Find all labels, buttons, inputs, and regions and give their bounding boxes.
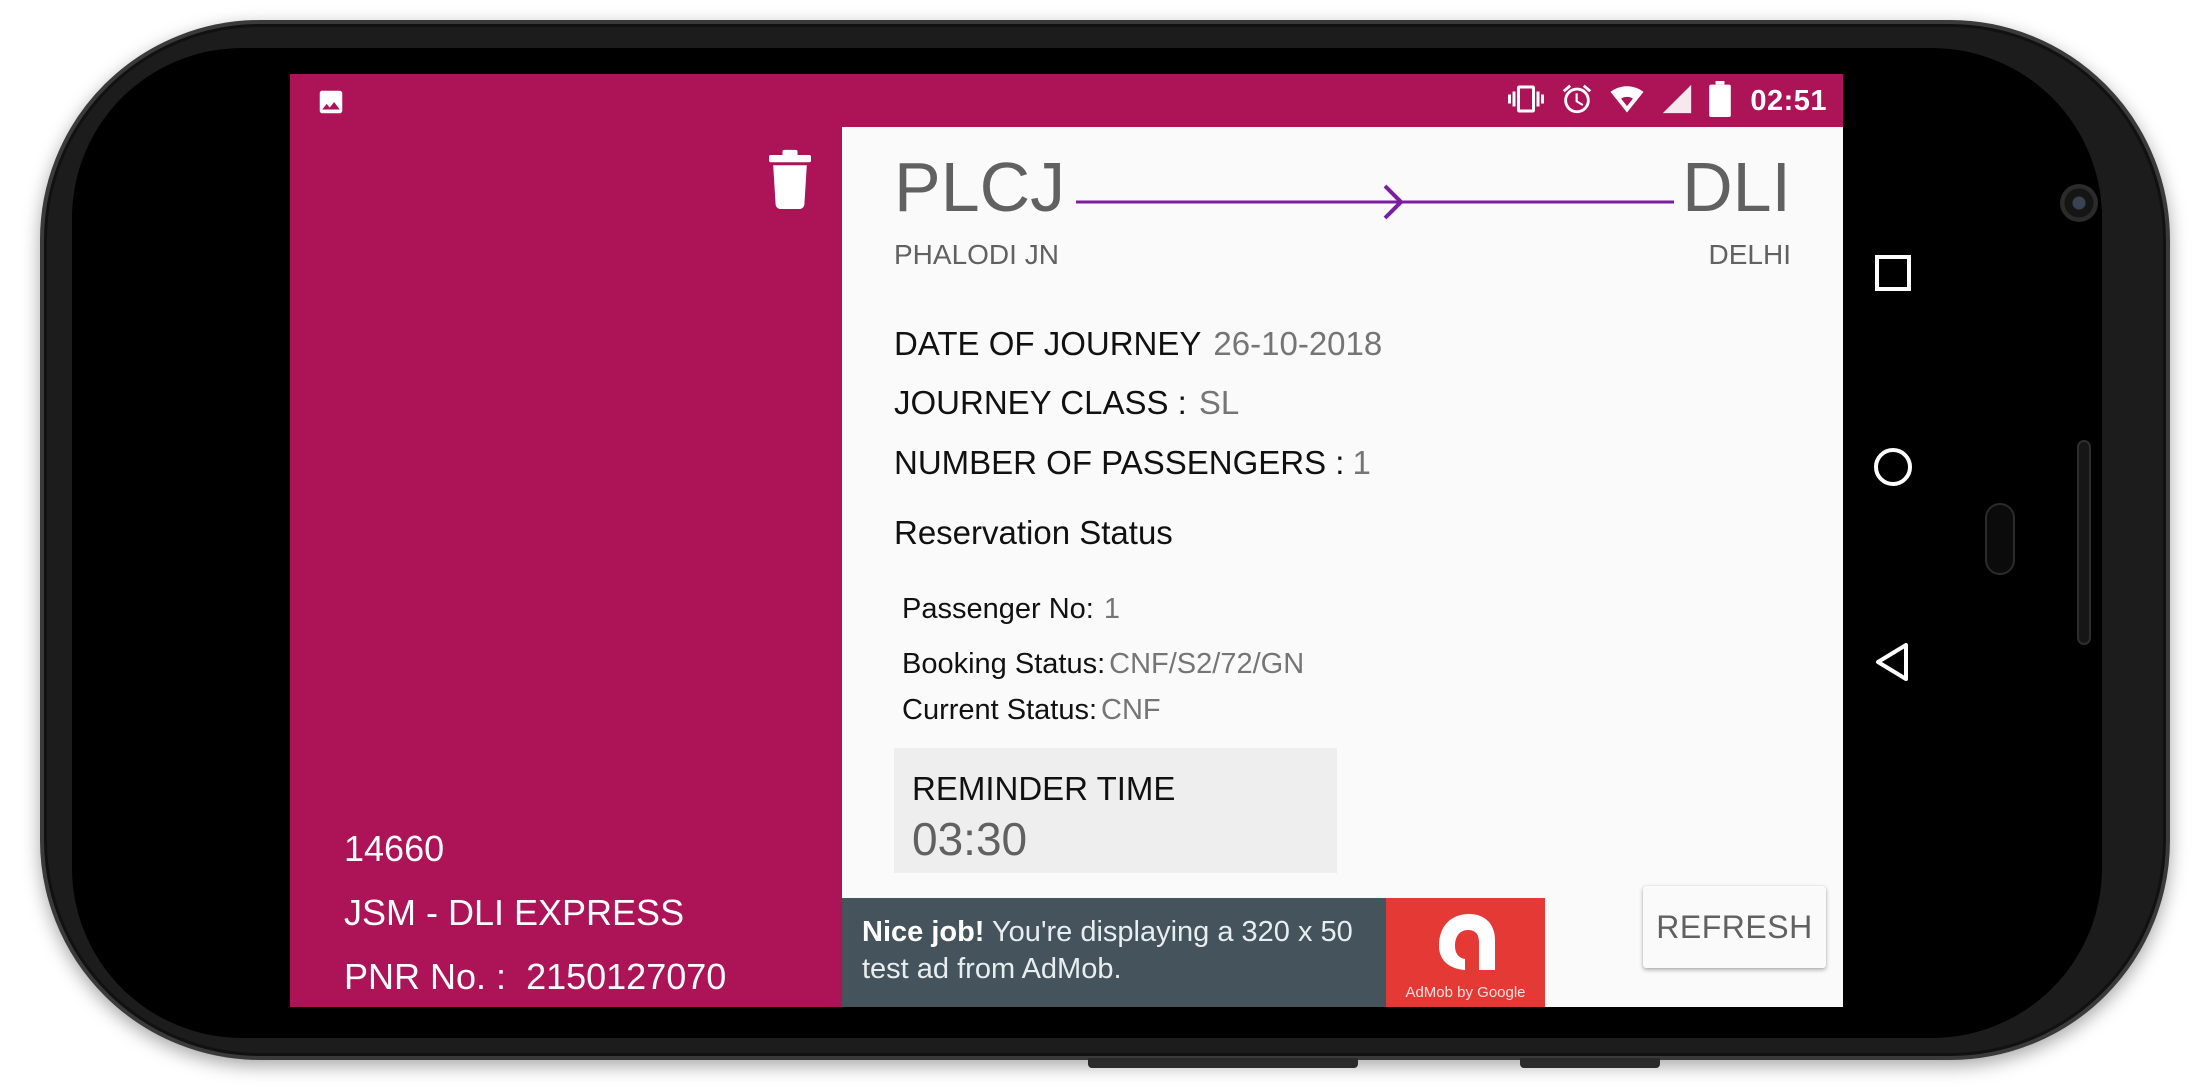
- pnr-line: PNR No. : 2150127070: [344, 945, 726, 1007]
- train-number: 14660: [344, 828, 445, 869]
- home-icon: [1874, 448, 1912, 486]
- reservation-status-title: Reservation Status: [894, 514, 1173, 551]
- from-station-name: PHALODI JN: [894, 239, 1059, 270]
- refresh-button[interactable]: REFRESH: [1643, 886, 1826, 968]
- speaker-grille: [1985, 503, 2015, 575]
- alarm-icon: [1560, 82, 1594, 121]
- journey-date-label: DATE OF JOURNEY: [894, 325, 1202, 362]
- pnr-value: 2150127070: [526, 956, 727, 997]
- recents-icon: [1875, 255, 1911, 291]
- current-status-label: Current Status:: [902, 694, 1098, 726]
- passenger-no-label: Passenger No:: [902, 593, 1094, 625]
- admob-caption: AdMob by Google: [1405, 984, 1526, 1001]
- passenger-no-value: 1: [1103, 593, 1120, 625]
- recents-button[interactable]: [1868, 248, 1918, 298]
- navigation-bar: [1843, 74, 1943, 1007]
- passenger-count-label: NUMBER OF PASSENGERS :: [894, 444, 1345, 481]
- status-bar: 02:51: [290, 74, 1843, 127]
- image-icon: [316, 87, 346, 122]
- vibrate-icon: [1506, 81, 1546, 122]
- signal-icon: [1660, 82, 1694, 121]
- pnr-label: PNR No. :: [344, 956, 507, 997]
- battery-icon: [1708, 80, 1732, 122]
- front-camera: [2060, 184, 2098, 222]
- passenger-count-row: NUMBER OF PASSENGERS :1: [894, 444, 1371, 482]
- to-station-name: DELHI: [1708, 239, 1791, 270]
- journey-class-value: SL: [1198, 384, 1240, 421]
- ad-text-bold: Nice job!: [862, 916, 985, 948]
- reminder-time-card[interactable]: REMINDER TIME 03:30: [894, 748, 1337, 873]
- ad-banner[interactable]: Nice job! You're displaying a 320 x 50 t…: [842, 898, 1545, 1007]
- power-button: [1520, 1058, 1660, 1068]
- ad-text: Nice job! You're displaying a 320 x 50 t…: [862, 914, 1392, 988]
- reminder-time-value: 03:30: [912, 813, 1028, 865]
- delete-button[interactable]: [766, 149, 814, 209]
- booking-status-label: Booking Status:: [902, 648, 1106, 680]
- reminder-time-label: REMINDER TIME: [912, 770, 1176, 807]
- app-screen: 02:51 14660 JSM - DLI EXPRESS PNR No. : …: [290, 74, 1843, 1007]
- journey-details-panel: PLCJ DLI PHALODI JN DELHI DATE OF JOURNE…: [842, 127, 1843, 1007]
- booking-status-row: Booking Status: CNF/S2/72/GN: [902, 648, 1304, 681]
- to-station-code: DLI: [1682, 148, 1791, 226]
- passenger-count-value: 1: [1352, 444, 1371, 481]
- journey-class-label: JOURNEY CLASS :: [894, 384, 1187, 421]
- current-status-value: CNF: [1101, 694, 1161, 726]
- status-time: 02:51: [1750, 84, 1827, 117]
- route-arrow-icon: [1076, 184, 1674, 220]
- journey-class-row: JOURNEY CLASS : SL: [894, 384, 1239, 422]
- train-name: JSM - DLI EXPRESS: [344, 892, 685, 933]
- trash-icon: [769, 149, 811, 209]
- booking-status-value: CNF/S2/72/GN: [1109, 648, 1305, 680]
- current-status-row: Current Status: CNF: [902, 694, 1161, 727]
- back-button[interactable]: [1868, 637, 1918, 687]
- volume-button: [1088, 1058, 1358, 1068]
- admob-icon: [1439, 914, 1495, 970]
- home-button[interactable]: [1868, 442, 1918, 492]
- admob-logo: AdMob by Google: [1386, 898, 1545, 1007]
- train-summary-panel: 14660 JSM - DLI EXPRESS PNR No. : 215012…: [290, 127, 842, 1007]
- side-grille: [2077, 440, 2091, 645]
- from-station-code: PLCJ: [894, 148, 1066, 226]
- journey-date-row: DATE OF JOURNEY 26-10-2018: [894, 325, 1382, 363]
- journey-date-value: 26-10-2018: [1213, 325, 1383, 362]
- back-icon: [1876, 643, 1908, 681]
- wifi-icon: [1608, 82, 1646, 121]
- passenger-no-row: Passenger No: 1: [902, 593, 1120, 626]
